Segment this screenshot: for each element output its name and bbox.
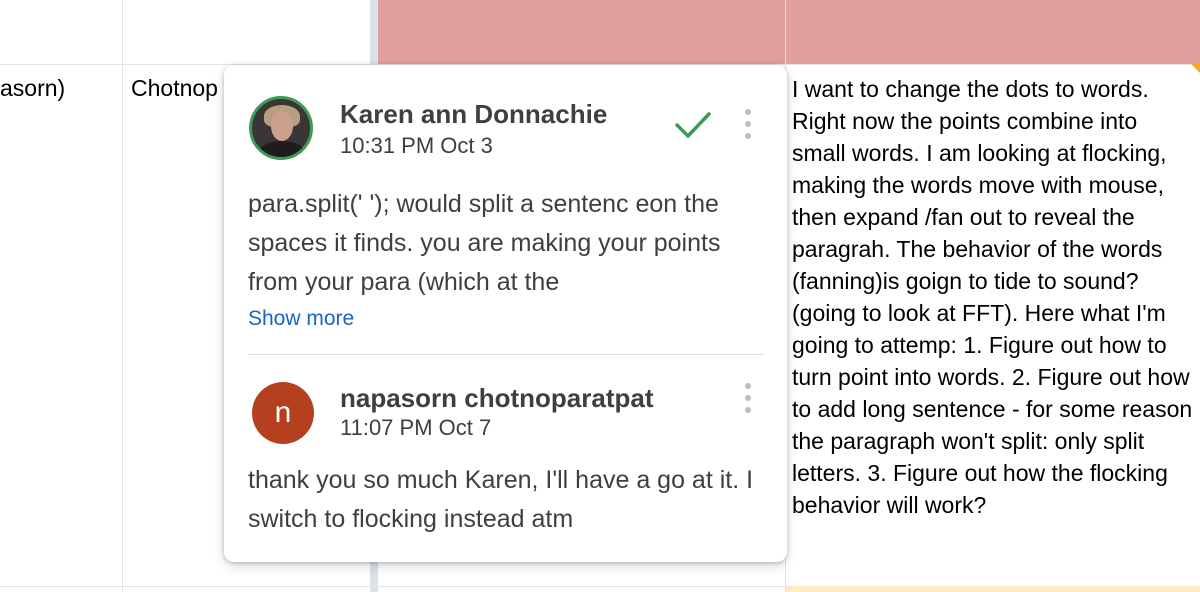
highlighted-header-cell[interactable] xyxy=(378,0,1200,64)
comment-divider xyxy=(248,354,764,355)
comment-thread-card[interactable]: Karen ann Donnachie 10:31 PM Oct 3 para.… xyxy=(224,65,787,562)
reply-timestamp: 11:07 PM Oct 7 xyxy=(340,415,492,440)
profile-photo-icon xyxy=(249,96,313,160)
reply-body: thank you so much Karen, I'll have a go … xyxy=(248,466,754,533)
avatar-face xyxy=(271,111,293,141)
more-vert-icon[interactable] xyxy=(744,109,752,143)
comment-timestamp: 10:31 PM Oct 3 xyxy=(340,133,493,158)
show-more-link[interactable]: Show more xyxy=(248,307,354,331)
more-vert-icon[interactable] xyxy=(744,383,752,417)
cell-project-note[interactable]: I want to change the dots to words. Righ… xyxy=(792,73,1196,521)
cell-surname[interactable]: asorn) xyxy=(0,75,65,101)
reply-author: napasorn chotnoparatpat xyxy=(340,383,654,413)
column-border xyxy=(122,0,123,592)
cell-name[interactable]: Chotnop xyxy=(131,75,218,101)
comment-indicator-icon xyxy=(1191,64,1200,73)
next-cell-highlight xyxy=(786,586,1200,592)
avatar-body xyxy=(258,141,306,157)
comment-body: para.split(' '); would split a sentenc e… xyxy=(248,190,721,295)
avatar: n xyxy=(252,382,314,444)
comment-author: Karen ann Donnachie xyxy=(340,99,608,129)
check-icon[interactable] xyxy=(673,105,713,145)
